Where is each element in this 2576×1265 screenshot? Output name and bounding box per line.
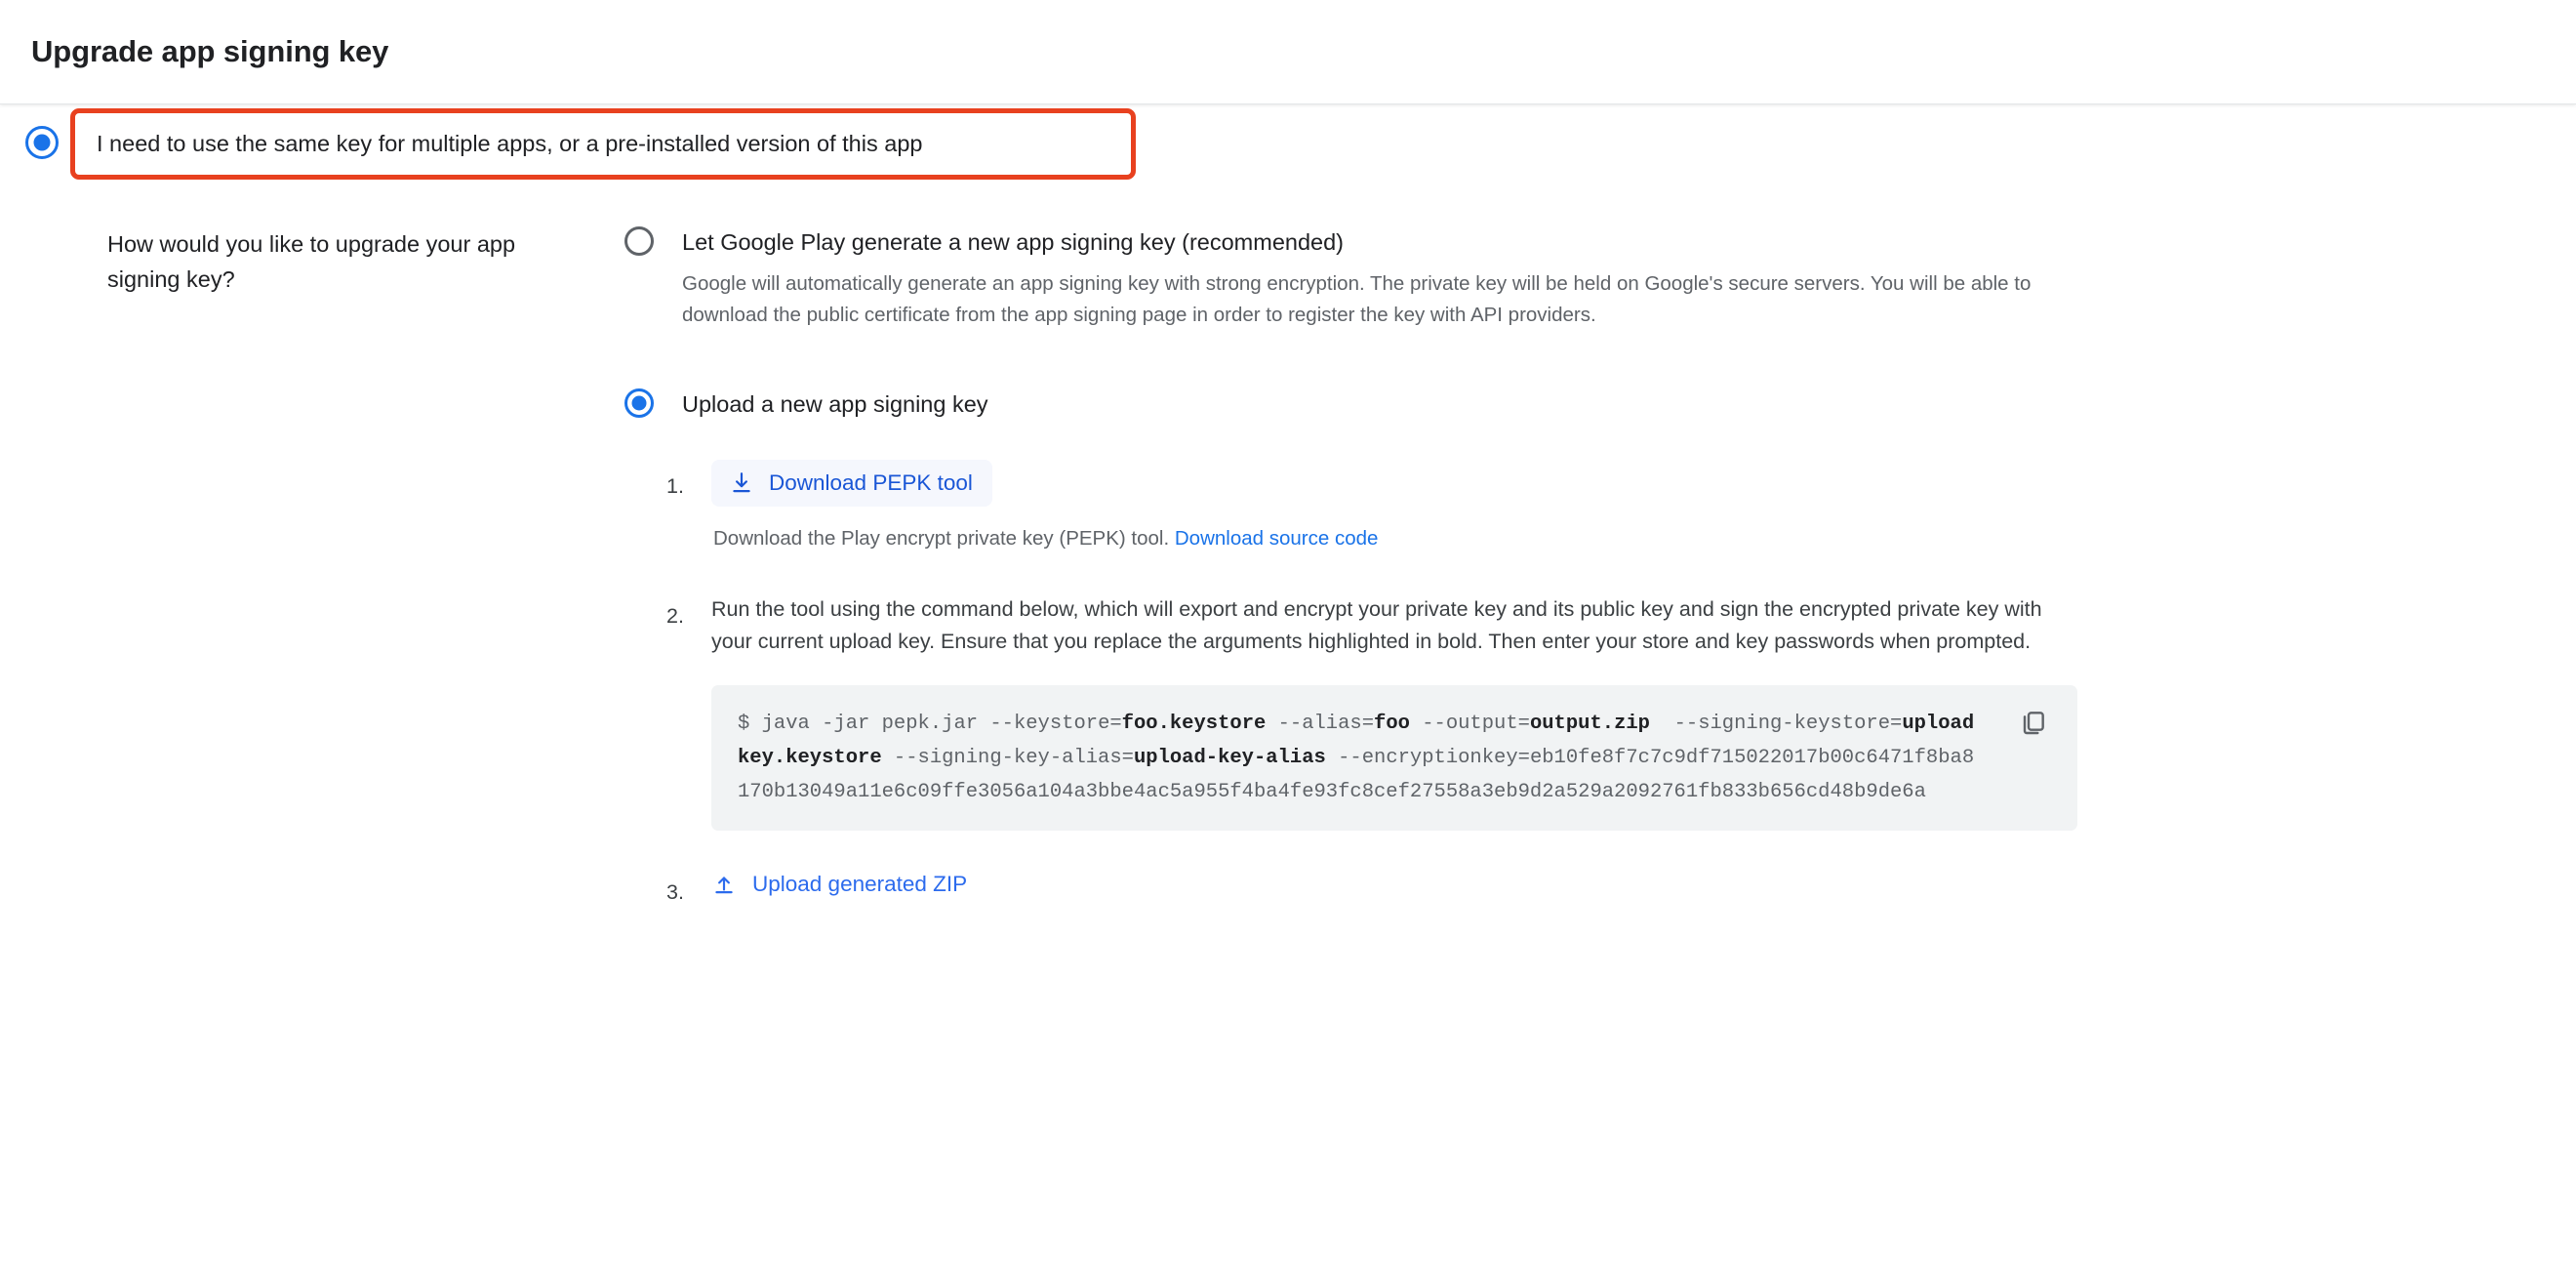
left-column: How would you like to upgrade your app s… — [0, 226, 624, 909]
step-3-body: Upload generated ZIP — [711, 866, 2517, 902]
download-icon — [729, 470, 754, 496]
option-generate-key-label: Let Google Play generate a new app signi… — [682, 229, 1344, 255]
step-3: 3. Upload generated ZIP — [666, 866, 2517, 908]
download-pepk-tool-button[interactable]: Download PEPK tool — [711, 460, 992, 508]
step-1-caption-text: Download the Play encrypt private key (P… — [713, 527, 1170, 551]
radio-generate-key[interactable] — [624, 226, 654, 256]
upload-generated-zip-button[interactable]: Upload generated ZIP — [711, 866, 967, 897]
copy-command-button[interactable] — [2013, 707, 2052, 746]
right-column: Let Google Play generate a new app signi… — [624, 226, 2576, 909]
step-2-body: Run the tool using the command below, wh… — [711, 590, 2517, 832]
option-upload-key-label: Upload a new app signing key — [682, 390, 988, 417]
pepk-command-code-block: $ java -jar pepk.jar --keystore=foo.keys… — [711, 684, 2077, 832]
pepk-command-text[interactable]: $ java -jar pepk.jar --keystore=foo.keys… — [738, 707, 1980, 810]
download-source-code-link[interactable]: Download source code — [1175, 527, 1379, 550]
highlight-annotation-box: I need to use the same key for multiple … — [70, 108, 1136, 181]
step-1-caption: Download the Play encrypt private key (P… — [713, 524, 2517, 554]
section-question: How would you like to upgrade your app s… — [107, 231, 516, 293]
top-option-label: I need to use the same key for multiple … — [97, 131, 923, 156]
page-header: Upgrade app signing key — [0, 0, 2576, 104]
radio-upload-key[interactable] — [624, 388, 654, 418]
page-content: I need to use the same key for multiple … — [0, 104, 2576, 909]
option-upload-key-body: Upload a new app signing key — [682, 388, 988, 419]
step-1-body: Download PEPK tool Download the Play enc… — [711, 460, 2517, 554]
upload-generated-zip-label: Upload generated ZIP — [752, 872, 968, 897]
radio-same-key-multiple-apps[interactable] — [25, 126, 59, 159]
top-option-row[interactable]: I need to use the same key for multiple … — [0, 108, 2576, 198]
page-title: Upgrade app signing key — [31, 34, 389, 69]
step-1-number: 1. — [666, 474, 684, 499]
step-2-paragraph: Run the tool using the command below, wh… — [711, 597, 2042, 654]
body-columns: How would you like to upgrade your app s… — [0, 198, 2576, 909]
option-generate-key[interactable]: Let Google Play generate a new app signi… — [624, 226, 2517, 331]
option-generate-key-description: Google will automatically generate an ap… — [682, 272, 2032, 327]
step-3-number: 3. — [666, 880, 684, 905]
step-2-number: 2. — [666, 604, 684, 629]
copy-icon — [2017, 708, 2048, 744]
option-upload-key[interactable]: Upload a new app signing key — [624, 388, 2517, 419]
download-pepk-tool-label: Download PEPK tool — [769, 470, 973, 496]
option-generate-key-body: Let Google Play generate a new app signi… — [682, 226, 2058, 331]
upload-icon — [711, 872, 737, 897]
step-1: 1. Download PEPK tool Download the Play … — [666, 460, 2517, 554]
step-2: 2. Run the tool using the command below,… — [666, 590, 2517, 832]
upload-steps-list: 1. Download PEPK tool Download the Play … — [666, 460, 2517, 908]
